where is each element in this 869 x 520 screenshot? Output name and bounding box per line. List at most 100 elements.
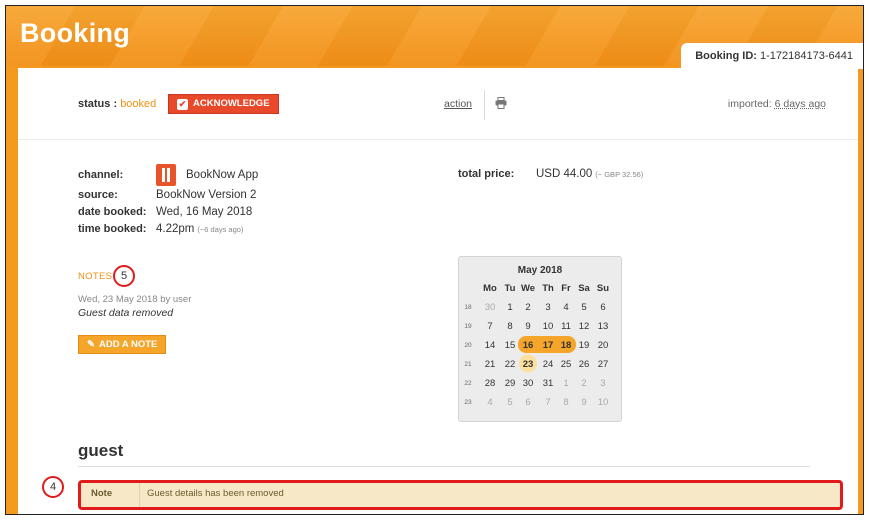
channel-value: BookNow App	[186, 169, 259, 181]
calendar-weekday-fr: Fr	[561, 283, 571, 294]
calendar-day[interactable]: 6	[525, 397, 530, 408]
calendar-week-number: 21	[464, 361, 472, 368]
calendar-day[interactable]: 5	[581, 302, 586, 313]
calendar-day[interactable]: 29	[505, 378, 516, 389]
calendar-day[interactable]: 13	[598, 321, 609, 332]
calendar-day[interactable]: 22	[505, 359, 516, 370]
channel-label: channel:	[78, 169, 124, 181]
calendar-day[interactable]: 9	[525, 321, 530, 332]
imported-label: imported:	[727, 98, 772, 110]
acknowledge-button[interactable]: ✔ ACKNOWLEDGE	[168, 94, 279, 114]
calendar-day[interactable]: 20	[598, 340, 609, 351]
calendar-weekday-sa: Sa	[578, 283, 590, 294]
calendar-day[interactable]: 2	[525, 302, 530, 313]
source-label: source:	[78, 189, 118, 201]
calendar-day[interactable]: 1	[507, 302, 512, 313]
calendar-weekday-tu: Tu	[505, 283, 516, 294]
calendar-day[interactable]: 6	[600, 302, 605, 313]
calendar-day[interactable]: 5	[507, 397, 512, 408]
booking-id-tab: Booking ID: 1-172184173-6441	[681, 43, 863, 69]
imported-value: 6 days ago	[774, 98, 826, 110]
guest-note-label: Note	[91, 488, 113, 499]
note-text: Guest data removed	[78, 307, 174, 319]
calendar-day[interactable]: 4	[563, 302, 568, 313]
status-row: status : booked ✔ ACKNOWLEDGE action imp…	[18, 68, 858, 140]
calendar-day[interactable]: 26	[579, 359, 590, 370]
booknow-logo-icon	[156, 164, 176, 186]
date-booked-value: Wed, 16 May 2018	[156, 206, 253, 218]
booking-id-value: 1-172184173-6441	[760, 50, 853, 62]
annotation-marker-5: 5	[113, 265, 135, 287]
calendar-day[interactable]: 11	[561, 321, 571, 332]
calendar-day[interactable]: 23	[523, 359, 534, 370]
app-window: Booking Booking ID: 1-172184173-6441 sta…	[5, 5, 864, 515]
imported-info: imported: 6 days ago	[728, 98, 826, 110]
calendar-day[interactable]: 10	[598, 397, 609, 408]
calendar-day[interactable]: 19	[579, 340, 590, 351]
total-price-alt: (~ GBP 32.56)	[595, 169, 644, 179]
time-booked-value: 4.22pm	[156, 223, 195, 235]
time-booked-row: time booked: 4.22pm (~6 days ago)	[78, 223, 243, 235]
calendar-weekday-th: Th	[542, 283, 554, 294]
calendar-day[interactable]: 30	[485, 302, 496, 313]
calendar-day[interactable]: 3	[545, 302, 550, 313]
calendar-day[interactable]: 3	[600, 378, 605, 389]
action-link[interactable]: action	[444, 98, 472, 110]
checkmark-icon: ✔	[177, 98, 188, 110]
status: status : booked	[78, 98, 156, 110]
add-note-button[interactable]: ✎ ADD A NOTE	[78, 335, 167, 354]
source-value: BookNow Version 2	[156, 189, 257, 201]
pencil-icon: ✎	[87, 339, 95, 350]
status-value: booked	[120, 98, 157, 110]
calendar-day[interactable]: 30	[523, 378, 534, 389]
calendar-weekday-mo: Mo	[483, 283, 497, 294]
guest-note-separator	[139, 483, 140, 507]
calendar-weekday-we: We	[521, 283, 535, 294]
calendar-day[interactable]: 1	[563, 378, 568, 389]
calendar-week-number: 22	[464, 380, 472, 387]
calendar-day[interactable]: 16	[523, 340, 534, 351]
calendar-day[interactable]: 17	[543, 340, 554, 351]
calendar-day[interactable]: 15	[505, 340, 516, 351]
total-price-value: USD 44.00	[536, 168, 593, 180]
add-note-label: ADD A NOTE	[98, 339, 158, 350]
total-price-label: total price:	[458, 168, 515, 180]
calendar-week-number: 20	[464, 342, 472, 349]
booking-panel: status : booked ✔ ACKNOWLEDGE action imp…	[18, 68, 858, 514]
calendar-day[interactable]: 21	[485, 359, 496, 370]
source-row: source: BookNow Version 2	[78, 189, 256, 201]
acknowledge-label: ACKNOWLEDGE	[193, 98, 270, 109]
guest-note-text: Guest details has been removed	[147, 488, 284, 499]
booking-id-label: Booking ID:	[695, 50, 757, 62]
calendar-grid: Mo Tu We Th Fr Sa Su18 30 1 2 3 4 5 619 7 8 9 10 11 12 1320 1…	[464, 283, 609, 408]
calendar-day[interactable]: 27	[598, 359, 609, 370]
calendar-week-number: 19	[464, 323, 472, 330]
calendar-day[interactable]: 28	[485, 378, 496, 389]
total-price-row: total price: USD 44.00 (~ GBP 32.56)	[458, 168, 643, 180]
calendar-week-number: 18	[464, 304, 472, 311]
calendar-day[interactable]: 2	[581, 378, 586, 389]
calendar: May 2018 Mo Tu We Th Fr Sa Su 18 30 1 2 3 4 5 6 19 7 8 9 10…	[458, 256, 622, 422]
annotation-marker-4: 4	[42, 476, 64, 498]
calendar-day[interactable]: 7	[545, 397, 550, 408]
calendar-day[interactable]: 9	[581, 397, 586, 408]
time-booked-label: time booked:	[78, 223, 147, 235]
calendar-day[interactable]: 25	[561, 359, 572, 370]
calendar-day[interactable]: 4	[487, 397, 492, 408]
calendar-week-number: 23	[464, 399, 472, 406]
calendar-day[interactable]: 12	[579, 321, 590, 332]
time-booked-relative: (~6 days ago)	[197, 224, 244, 234]
calendar-day[interactable]: 24	[543, 359, 554, 370]
calendar-day[interactable]: 31	[543, 378, 554, 389]
calendar-day[interactable]: 14	[485, 340, 496, 351]
calendar-day[interactable]: 8	[563, 397, 568, 408]
notes-title: NOTES	[78, 271, 113, 282]
guest-divider	[78, 466, 810, 467]
page-title: Booking	[20, 18, 131, 48]
printer-icon[interactable]	[495, 97, 507, 109]
calendar-day[interactable]: 7	[487, 321, 492, 332]
calendar-day[interactable]: 8	[507, 321, 512, 332]
divider	[484, 90, 485, 120]
calendar-day[interactable]: 18	[561, 340, 572, 351]
calendar-day[interactable]: 10	[543, 321, 554, 332]
